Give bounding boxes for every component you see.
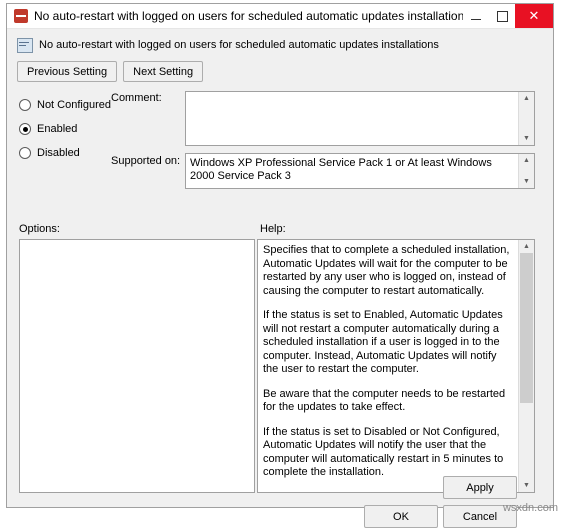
pane-region: Specifies that to complete a scheduled i… xyxy=(7,239,553,495)
window-controls: ✕ xyxy=(463,4,553,28)
close-button[interactable]: ✕ xyxy=(515,4,553,28)
setting-navigation: Previous Setting Next Setting xyxy=(17,61,553,82)
help-scroll-track[interactable] xyxy=(519,403,534,479)
help-scrollbar[interactable]: ▲ ▼ xyxy=(518,240,534,492)
next-setting-button[interactable]: Next Setting xyxy=(123,61,203,82)
scroll-down-icon[interactable]: ▼ xyxy=(519,175,534,188)
options-pane[interactable] xyxy=(19,239,255,493)
supported-on-text: Windows XP Professional Service Pack 1 o… xyxy=(186,154,518,188)
policy-setting-icon xyxy=(17,37,33,53)
supported-on-label: Supported on: xyxy=(111,155,180,167)
help-paragraph: If the status is set to Disabled or Not … xyxy=(263,426,512,480)
help-paragraph: If the status is set to Enabled, Automat… xyxy=(263,309,512,377)
options-content xyxy=(20,240,254,492)
radio-enabled[interactable]: Enabled xyxy=(19,117,129,141)
setting-header: No auto-restart with logged on users for… xyxy=(17,37,553,53)
scroll-up-icon[interactable]: ▲ xyxy=(519,240,534,253)
maximize-button[interactable] xyxy=(489,4,515,28)
options-label: Options: xyxy=(19,223,60,235)
help-scroll-thumb[interactable] xyxy=(520,253,533,403)
dialog-footer: OK Cancel xyxy=(7,505,553,531)
help-pane: Specifies that to complete a scheduled i… xyxy=(257,239,535,493)
help-content: Specifies that to complete a scheduled i… xyxy=(258,240,518,492)
setting-state-region: Not Configured Enabled Disabled Comment:… xyxy=(7,91,553,209)
radio-enabled-label: Enabled xyxy=(37,123,77,135)
radio-not-configured-label: Not Configured xyxy=(37,99,111,111)
pane-labels: Options: Help: xyxy=(7,223,553,237)
supported-on-scrollbar[interactable]: ▲ ▼ xyxy=(518,154,534,188)
policy-setting-dialog: No auto-restart with logged on users for… xyxy=(6,3,554,508)
scroll-down-icon[interactable]: ▼ xyxy=(519,479,534,492)
comment-text[interactable] xyxy=(186,92,518,145)
comment-field[interactable]: ▲ ▼ xyxy=(185,91,535,146)
scroll-up-icon[interactable]: ▲ xyxy=(519,154,534,167)
comment-label: Comment: xyxy=(111,92,162,104)
minimize-button[interactable] xyxy=(463,4,489,28)
window-title: No auto-restart with logged on users for… xyxy=(34,9,463,23)
supported-on-scroll-track[interactable] xyxy=(519,167,534,175)
radio-enabled-indicator[interactable] xyxy=(19,123,31,135)
setting-name: No auto-restart with logged on users for… xyxy=(39,39,439,51)
comment-scrollbar[interactable]: ▲ ▼ xyxy=(518,92,534,145)
ok-button[interactable]: OK xyxy=(364,505,438,528)
supported-on-field: Windows XP Professional Service Pack 1 o… xyxy=(185,153,535,189)
radio-not-configured-indicator[interactable] xyxy=(19,99,31,111)
previous-setting-button[interactable]: Previous Setting xyxy=(17,61,117,82)
watermark: wsxdn.com xyxy=(503,502,558,514)
apply-button[interactable]: Apply xyxy=(443,476,517,499)
radio-disabled-label: Disabled xyxy=(37,147,80,159)
scroll-up-icon[interactable]: ▲ xyxy=(519,92,534,105)
group-policy-shield-icon xyxy=(13,8,29,24)
scroll-down-icon[interactable]: ▼ xyxy=(519,132,534,145)
comment-scroll-track[interactable] xyxy=(519,105,534,132)
title-bar[interactable]: No auto-restart with logged on users for… xyxy=(7,4,553,29)
help-paragraph: Specifies that to complete a scheduled i… xyxy=(263,244,512,298)
help-label: Help: xyxy=(260,223,286,235)
help-paragraph: Be aware that the computer needs to be r… xyxy=(263,388,512,415)
radio-disabled-indicator[interactable] xyxy=(19,147,31,159)
